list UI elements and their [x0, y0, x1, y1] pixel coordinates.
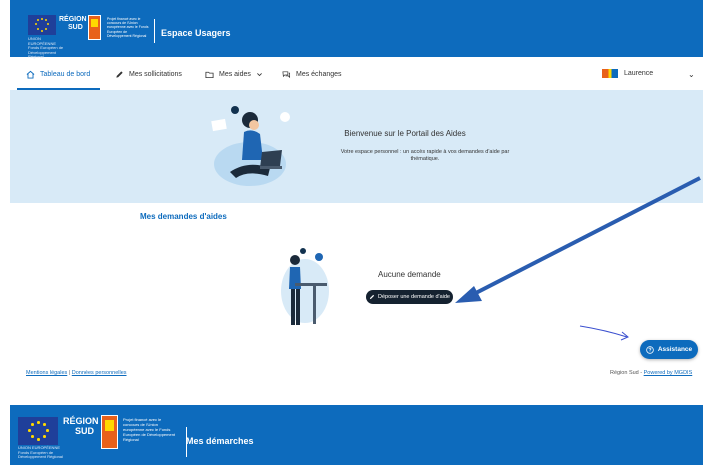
- mentions-legales-link[interactable]: Mentions légales: [26, 370, 67, 376]
- footer-credit: Région Sud - Powered by MGDIS: [610, 370, 692, 376]
- pencil-icon: [116, 71, 123, 78]
- footer-region: Région Sud -: [610, 370, 643, 376]
- app-title: Mes démarches: [186, 436, 254, 446]
- question-icon: [646, 345, 654, 354]
- main-nav: [10, 60, 703, 90]
- footer-separator: |: [68, 370, 71, 376]
- powered-by-link[interactable]: Powered by MGDIS: [644, 370, 693, 376]
- empty-state-text: Aucune demande: [378, 270, 441, 279]
- portal-window: UNION EUROPÉENNE Fonds Européen de Dével…: [10, 0, 703, 380]
- chat-icon: [282, 71, 291, 79]
- tab-mes-sollicitations[interactable]: Mes sollicitations: [115, 70, 182, 79]
- region-crest-icon: [101, 415, 118, 449]
- deposer-label: Déposer une demande d'aide: [378, 294, 450, 300]
- welcome-hero: [10, 90, 703, 203]
- region-crest-icon: [88, 15, 101, 40]
- woman-laptop-illustration: [211, 106, 290, 186]
- top-header: UNION EUROPÉENNE Fonds Européen de Dével…: [10, 0, 703, 59]
- chevron-down-icon: [257, 73, 262, 77]
- region-line1: RÉGION: [63, 416, 99, 426]
- tab-label: Tableau de bord: [40, 71, 91, 78]
- mes-demarches-banner: UNION EUROPÉENNE Fonds Européen de Dével…: [10, 405, 703, 465]
- eu-caption: UNION EUROPÉENNE Fonds Européen de Dével…: [28, 36, 64, 59]
- user-chevron-icon[interactable]: ⌄: [688, 70, 695, 79]
- region-flag-icon: [602, 69, 618, 78]
- pencil-icon: [369, 294, 375, 300]
- tab-mes-echanges[interactable]: Mes échanges: [282, 70, 342, 79]
- logo-group: UNION EUROPÉENNE Fonds Européen de Dével…: [18, 413, 188, 459]
- eu-flag-icon: [28, 15, 56, 35]
- tab-tableau-de-bord[interactable]: Tableau de bord: [26, 70, 90, 79]
- tab-label: Mes sollicitations: [129, 71, 182, 78]
- project-text: Projet financé avec le concours de l'Uni…: [123, 417, 176, 442]
- region-line2: SUD: [68, 24, 83, 31]
- folder-icon: [205, 71, 214, 79]
- eu-flag-icon: [18, 417, 58, 445]
- logo-group: UNION EUROPÉENNE Fonds Européen de Dével…: [28, 15, 113, 59]
- header-divider: [154, 19, 155, 43]
- user-menu[interactable]: Laurence: [602, 69, 653, 78]
- user-name: Laurence: [624, 70, 654, 77]
- tab-label: Mes échanges: [296, 71, 342, 78]
- tab-mes-aides[interactable]: Mes aides: [205, 70, 263, 79]
- region-line1: RÉGION: [59, 16, 87, 23]
- eu-caption: UNION EUROPÉENNE Fonds Européen de Dével…: [18, 445, 63, 459]
- tab-label: Mes aides: [219, 71, 251, 78]
- region-line2: SUD: [75, 426, 95, 436]
- home-icon: [26, 70, 35, 79]
- section-title: Mes demandes d'aides: [140, 212, 227, 221]
- assistance-button[interactable]: Assistance: [640, 340, 698, 359]
- footer-links: Mentions légales | Données personnelles: [26, 370, 127, 376]
- donnees-personnelles-link[interactable]: Données personnelles: [72, 370, 127, 376]
- man-standing-illustration: [281, 248, 329, 325]
- project-text: Projet financé avec le concours de l'Uni…: [107, 17, 149, 38]
- app-title: Espace Usagers: [161, 28, 231, 38]
- assistance-label: Assistance: [657, 346, 693, 353]
- hero-title: Bienvenue sur le Portail des Aides: [344, 129, 466, 138]
- deposer-demande-button[interactable]: Déposer une demande d'aide: [366, 290, 453, 304]
- hero-subtitle: Votre espace personnel : un accès rapide…: [340, 149, 510, 162]
